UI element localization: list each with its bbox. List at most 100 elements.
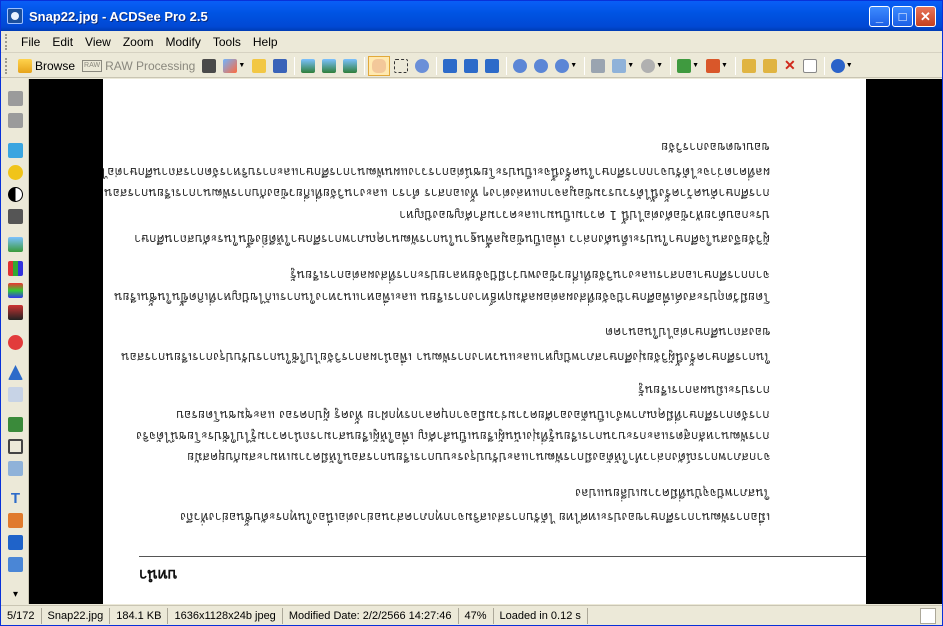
- acdsee-app-icon[interactable]: [7, 8, 23, 24]
- share-dropdown-icon[interactable]: ▼: [627, 62, 634, 69]
- zoom-tool-button[interactable]: [412, 56, 432, 76]
- lighting-icon[interactable]: [8, 165, 23, 180]
- previous-image-button[interactable]: [298, 56, 318, 76]
- help-dropdown-icon[interactable]: ▼: [846, 62, 853, 69]
- noise-icon[interactable]: [8, 387, 23, 402]
- status-panel-toggle[interactable]: [920, 608, 936, 624]
- levels-icon[interactable]: [8, 237, 23, 252]
- color-balance-icon[interactable]: [8, 283, 23, 298]
- batch-dropdown-icon[interactable]: ▼: [238, 62, 245, 69]
- open-folder-button[interactable]: [249, 56, 269, 76]
- toolbar-separator: [734, 56, 736, 75]
- hand-tool-button[interactable]: [368, 55, 391, 76]
- contrast-icon[interactable]: [8, 187, 23, 202]
- histogram-icon[interactable]: [8, 261, 23, 276]
- repair-icon[interactable]: [8, 513, 23, 528]
- straighten-icon[interactable]: [8, 461, 23, 476]
- menubar-grip[interactable]: [5, 33, 9, 50]
- toolbar-separator: [436, 56, 438, 75]
- toolbar-separator: [364, 56, 366, 75]
- menu-help[interactable]: Help: [247, 35, 284, 49]
- edit-button[interactable]: ▼: [674, 56, 702, 76]
- fit-button[interactable]: [461, 56, 481, 76]
- export-button[interactable]: [739, 56, 759, 76]
- help-button[interactable]: ▼: [828, 56, 856, 76]
- document-text-line: ขอบเขตของการวิจัย: [661, 140, 770, 154]
- selection-button[interactable]: [391, 56, 411, 76]
- document-text-line: โดยมีวัตถุประสงค์เพื่อศึกษาปัจจัยที่ส่งผ…: [114, 290, 770, 304]
- menu-edit[interactable]: Edit: [46, 35, 79, 49]
- image-viewer[interactable]: เมื่อการพัฒนาการศึกษาของประเทศไทย ได้รับ…: [29, 79, 942, 604]
- status-dimensions: 1636x1128x24b jpeg: [168, 607, 283, 624]
- portrait-icon[interactable]: [8, 209, 23, 224]
- rotate-right-button[interactable]: [482, 56, 502, 76]
- browse-button[interactable]: Browse: [15, 56, 78, 76]
- share-button[interactable]: ▼: [609, 56, 637, 76]
- toolbar-grip[interactable]: [5, 57, 9, 74]
- move-button[interactable]: [760, 56, 780, 76]
- document-text-line: ของสถานศึกษาต่อไปในอนาคต: [604, 325, 770, 339]
- document-text-line: จากการศึกษาเอกสารและงานวิจัยที่เกี่ยวข้อ…: [290, 268, 770, 282]
- menu-zoom[interactable]: Zoom: [117, 35, 160, 49]
- vignette-icon[interactable]: [8, 557, 23, 572]
- rotate-left-button[interactable]: [440, 56, 460, 76]
- document-text-line: ในสภาพปัจจุบันที่มีความเปลี่ยนแปลง: [575, 486, 770, 500]
- rotate-right-icon: [485, 58, 500, 73]
- browse-label: Browse: [35, 58, 76, 73]
- properties-icon: [802, 58, 817, 73]
- menu-view[interactable]: View: [79, 35, 117, 49]
- border-icon[interactable]: [8, 535, 23, 550]
- color-dropdown-icon[interactable]: ▼: [721, 62, 728, 69]
- rotate-left-icon: [443, 58, 458, 73]
- title-bar[interactable]: Snap22.jpg - ACDSee Pro 2.5 _ □ ✕: [1, 1, 942, 31]
- sharpen-icon[interactable]: [8, 365, 23, 380]
- color-button[interactable]: ▼: [703, 56, 731, 76]
- exposure-icon[interactable]: [8, 143, 23, 158]
- red-eye-icon[interactable]: [8, 335, 23, 350]
- document-text-line: จากสภาพการณ์ดังกล่าวทำให้ต้องมีการพัฒนาแ…: [186, 450, 771, 464]
- edit-dropdown-icon[interactable]: ▼: [692, 62, 699, 69]
- slideshow-icon: [322, 58, 337, 73]
- properties-button[interactable]: [800, 56, 820, 76]
- maximize-button[interactable]: □: [892, 6, 913, 27]
- status-position: 5/172: [1, 607, 42, 624]
- menu-modify[interactable]: Modify: [160, 35, 207, 49]
- save-button[interactable]: [270, 56, 290, 76]
- redo-icon[interactable]: [8, 113, 23, 128]
- menu-tools[interactable]: Tools: [207, 35, 247, 49]
- selection-icon: [394, 58, 409, 73]
- zoom-in-button[interactable]: [510, 56, 530, 76]
- gradient-icon[interactable]: [8, 305, 23, 320]
- document-text-line: การจัดการศึกษาที่มีคุณภาพจำเป็นต้องอาศัย…: [176, 408, 770, 422]
- slideshow-button[interactable]: [319, 56, 339, 76]
- document-text-line: ในการศึกษาครั้งนี้ผู้วิจัยมุ่งศึกษาสภาพป…: [120, 350, 770, 364]
- color-icon: [706, 58, 721, 73]
- zoom-dropdown-icon[interactable]: ▼: [570, 62, 577, 69]
- zoom-button[interactable]: ▼: [552, 56, 580, 76]
- delete-button[interactable]: ✕: [781, 56, 799, 76]
- filter-icon[interactable]: [8, 417, 23, 432]
- document-text-line: เมื่อการพัฒนาการศึกษาของประเทศไทย ได้รับ…: [179, 510, 770, 524]
- zoom-out-button[interactable]: [531, 56, 551, 76]
- compare-dropdown-icon[interactable]: ▼: [656, 62, 663, 69]
- close-button[interactable]: ✕: [915, 6, 936, 27]
- browse-icon: [18, 58, 32, 73]
- zoom-out-icon: [534, 58, 549, 73]
- print-button[interactable]: [588, 56, 608, 76]
- undo-icon[interactable]: [8, 91, 23, 106]
- compare-icon: [641, 58, 656, 73]
- document-text-line: ผลที่คาดว่าจะได้รับจากการศึกษาในครั้งนี้…: [103, 165, 770, 179]
- collapse-icon[interactable]: ▾: [8, 587, 23, 602]
- hand-tool-icon: [372, 58, 387, 73]
- next-image-button[interactable]: [340, 56, 360, 76]
- camera-raw-button[interactable]: [199, 56, 219, 76]
- batch-button[interactable]: ▼: [220, 56, 248, 76]
- raw-processing-button[interactable]: RAW RAW Processing: [79, 56, 198, 76]
- compare-button[interactable]: ▼: [638, 56, 666, 76]
- text-icon[interactable]: T: [8, 491, 23, 506]
- minimize-button[interactable]: _: [869, 6, 890, 27]
- menu-file[interactable]: File: [15, 35, 46, 49]
- crop-icon[interactable]: [8, 439, 23, 454]
- fit-icon: [464, 58, 479, 73]
- window-controls: _ □ ✕: [869, 6, 936, 27]
